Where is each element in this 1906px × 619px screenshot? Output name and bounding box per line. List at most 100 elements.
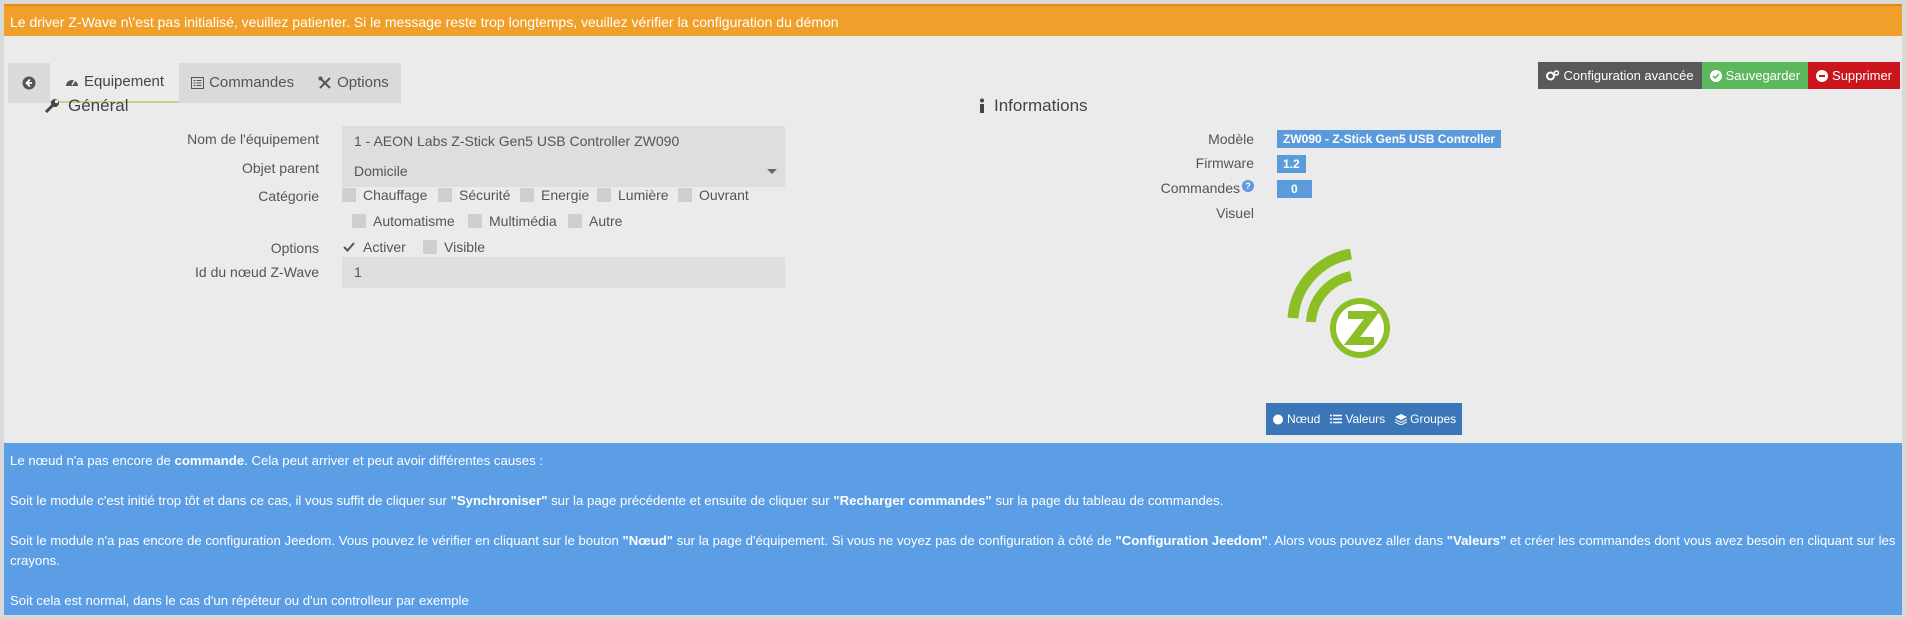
visual-label: Visuel	[1216, 205, 1254, 221]
cogs-icon	[1546, 69, 1560, 80]
values-button[interactable]: Valeurs	[1330, 412, 1385, 426]
checkbox-box	[678, 188, 692, 202]
category-multimedia-label: Multimédia	[489, 213, 557, 229]
category-energie-checkbox[interactable]: Energie	[520, 187, 589, 203]
save-label: Sauvegarder	[1725, 68, 1801, 83]
info-icon	[980, 98, 984, 113]
category-energie-label: Energie	[541, 187, 590, 203]
info-text: Soit le module n'a pas encore de configu…	[10, 533, 623, 548]
info-text: sur la page précédente et ensuite de cli…	[547, 493, 834, 508]
tab-commandes[interactable]: Commandes	[179, 63, 306, 103]
category-ouvrant-checkbox[interactable]: Ouvrant	[678, 187, 749, 203]
list-icon	[1330, 414, 1343, 424]
activate-label: Activer	[363, 239, 406, 255]
info-text: . Alors vous pouvez aller dans	[1267, 533, 1447, 548]
parent-object-value: Domicile	[354, 163, 408, 179]
info-text-bold: "Nœud"	[622, 533, 674, 548]
node-button-label: Nœud	[1287, 412, 1321, 426]
driver-warning-alert: Le driver Z-Wave n\'est pas initialisé, …	[4, 4, 1902, 36]
visible-label: Visible	[444, 239, 485, 255]
caret-down-icon	[767, 169, 777, 174]
category-chauffage-label: Chauffage	[363, 187, 428, 203]
category-securite-checkbox[interactable]: Sécurité	[438, 187, 510, 203]
firmware-badge: 1.2	[1277, 155, 1306, 173]
info-text-bold: "Configuration Jeedom"	[1115, 533, 1268, 548]
info-text-bold: "Synchroniser"	[450, 493, 548, 508]
commands-count-label: Commandes?	[1104, 180, 1254, 196]
check-circle-icon	[1709, 69, 1722, 82]
info-paragraph-1: Le nœud n'a pas encore de commande. Cela…	[10, 451, 1896, 471]
info-paragraph-4: Soit cela est normal, dans le cas d'un r…	[10, 593, 469, 608]
commands-count-text: Commandes	[1160, 180, 1240, 196]
groups-button-label: Groupes	[1410, 412, 1457, 426]
wrench-icon	[44, 99, 59, 114]
firmware-label: Firmware	[1195, 155, 1254, 171]
checkbox-box	[342, 188, 356, 202]
node-button[interactable]: Nœud	[1272, 412, 1320, 426]
minus-circle-icon	[1816, 69, 1829, 82]
advanced-config-button[interactable]: Configuration avancée	[1538, 62, 1702, 89]
info-text-bold: commande	[174, 453, 245, 468]
check-icon	[343, 242, 355, 252]
category-ouvrant-label: Ouvrant	[699, 187, 749, 203]
info-text: Le nœud n'a pas encore de	[10, 453, 175, 468]
delete-label: Supprimer	[1832, 68, 1892, 83]
node-id-label: Id du nœud Z-Wave	[195, 264, 319, 280]
checkbox-box	[423, 240, 437, 254]
groups-button[interactable]: Groupes	[1395, 412, 1456, 426]
model-label: Modèle	[1208, 131, 1254, 147]
info-text: Soit le module c'est initié trop tôt et …	[10, 493, 451, 508]
node-actions-group: Nœud Valeurs Groupes	[1266, 403, 1463, 435]
equipment-panel: Equipement Commandes Options Configurati…	[4, 36, 1902, 443]
dashboard-icon	[66, 79, 78, 86]
informations-title-text: Informations	[994, 96, 1088, 115]
general-title-text: Général	[68, 96, 129, 115]
tab-options[interactable]: Options	[306, 63, 401, 103]
activate-checkbox[interactable]: Activer	[342, 239, 406, 255]
category-autre-checkbox[interactable]: Autre	[568, 213, 622, 229]
visible-checkbox[interactable]: Visible	[423, 239, 485, 255]
parent-object-label: Objet parent	[241, 160, 319, 176]
list-alt-icon	[191, 77, 205, 89]
category-label: Catégorie	[258, 188, 319, 204]
info-text: . Cela peut arriver et peut avoir différ…	[244, 453, 544, 468]
category-automatisme-checkbox[interactable]: Automatisme	[352, 213, 455, 229]
checkbox-box	[352, 214, 366, 228]
commands-count-badge: 0	[1277, 180, 1312, 198]
tab-options-label: Options	[337, 74, 389, 91]
delete-button[interactable]: Supprimer	[1808, 62, 1900, 89]
tab-commandes-label: Commandes	[209, 74, 295, 91]
no-command-info-box: Le nœud n'a pas encore de commande. Cela…	[4, 443, 1902, 615]
parent-object-select[interactable]: Domicile	[342, 156, 785, 187]
options-label: Options	[270, 240, 319, 256]
category-chauffage-checkbox[interactable]: Chauffage	[342, 187, 427, 203]
question-circle-icon[interactable]: ?	[1242, 180, 1254, 192]
info-text: sur la page d'équipement. Si vous ne voy…	[673, 533, 1116, 548]
checkbox-box	[468, 214, 482, 228]
zwave-logo-icon	[1287, 249, 1390, 358]
informations-section-title: Informations	[978, 96, 1088, 116]
equipment-name-input[interactable]: 1 - AEON Labs Z-Stick Gen5 USB Controlle…	[342, 126, 785, 157]
checkbox-box	[568, 214, 582, 228]
info-paragraph-3: Soit le module n'a pas encore de configu…	[10, 531, 1896, 571]
checkbox-box	[597, 188, 611, 202]
save-button[interactable]: Sauvegarder	[1701, 62, 1809, 89]
info-text: sur la page du tableau de commandes.	[991, 493, 1224, 508]
driver-warning-text: Le driver Z-Wave n\'est pas initialisé, …	[10, 14, 839, 30]
values-button-label: Valeurs	[1345, 412, 1386, 426]
sitemap-icon	[1273, 414, 1283, 424]
category-autre-label: Autre	[589, 213, 623, 229]
info-text-bold: "Recharger commandes"	[833, 493, 992, 508]
general-section-title: Général	[44, 96, 128, 116]
equipment-name-label: Nom de l'équipement	[187, 131, 319, 147]
checkbox-box	[520, 188, 534, 202]
model-badge: ZW090 - Z-Stick Gen5 USB Controller	[1277, 130, 1502, 148]
advanced-config-label: Configuration avancée	[1563, 68, 1694, 83]
category-lumiere-checkbox[interactable]: Lumière	[597, 187, 669, 203]
category-automatisme-label: Automatisme	[373, 213, 455, 229]
arrow-circle-left-icon	[22, 76, 36, 90]
category-lumiere-label: Lumière	[618, 187, 669, 203]
node-id-input[interactable]: 1	[342, 257, 785, 288]
wrench-screwdriver-icon	[318, 76, 331, 89]
category-multimedia-checkbox[interactable]: Multimédia	[468, 213, 557, 229]
